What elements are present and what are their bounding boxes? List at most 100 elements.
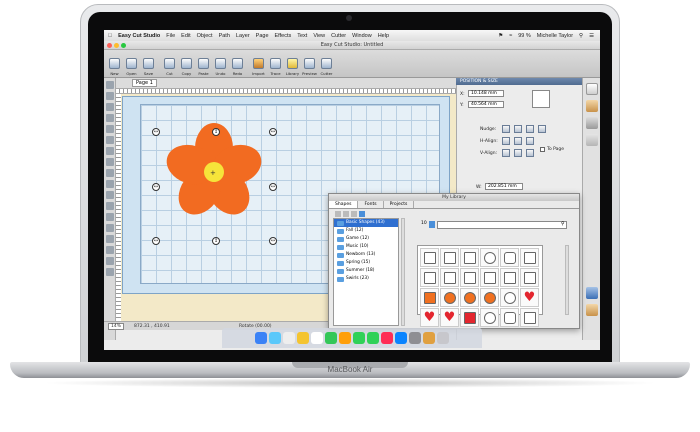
menu-layer[interactable]: Layer [236, 33, 250, 39]
resize-handle-n[interactable]: ↕ [212, 128, 220, 136]
knife-tool-icon[interactable] [106, 213, 114, 221]
text-tool-icon[interactable] [106, 202, 114, 210]
shape-thumb-octagon[interactable] [440, 268, 459, 287]
menu-view[interactable]: View [313, 33, 325, 39]
shape-thumb-rounded-rect[interactable] [500, 308, 519, 327]
resize-handle-e[interactable]: ↔ [269, 183, 277, 191]
menu-help[interactable]: Help [378, 33, 389, 39]
redo-button[interactable]: Redo [229, 50, 246, 78]
eyedropper-tool-icon[interactable] [106, 246, 114, 254]
shape-thumb-arc[interactable] [420, 248, 439, 267]
to-page-checkbox[interactable] [540, 147, 545, 152]
menu-effects[interactable]: Effects [275, 33, 292, 39]
ellipse-tool-icon[interactable] [106, 169, 114, 177]
add-icon[interactable] [335, 211, 341, 217]
tab-fonts[interactable]: Fonts [358, 201, 384, 208]
minimize-button[interactable] [114, 43, 119, 48]
cutter-button[interactable]: Cutter [318, 50, 335, 78]
page-tab[interactable]: Page 1 [132, 79, 157, 87]
save-button[interactable]: Save [140, 50, 157, 78]
menu-text[interactable]: Text [297, 33, 307, 39]
reminders-icon[interactable] [311, 332, 323, 344]
weld-tool-icon[interactable] [106, 257, 114, 265]
import-button[interactable]: Import [250, 50, 267, 78]
apple-icon[interactable]:  [108, 33, 112, 39]
zoom-button[interactable] [121, 43, 126, 48]
messages-icon[interactable] [353, 332, 365, 344]
safari-icon[interactable] [269, 332, 281, 344]
delete-icon[interactable] [343, 211, 349, 217]
polygon-tool-icon[interactable] [106, 180, 114, 188]
shape-thumb-lips[interactable] [460, 308, 479, 327]
shape-thumb-triangle[interactable] [520, 308, 539, 327]
halign-left-button[interactable] [502, 137, 510, 145]
anchor-grid[interactable] [532, 90, 550, 108]
preview-button[interactable]: Preview [301, 50, 318, 78]
pen-tool-icon[interactable] [106, 125, 114, 133]
menu-object[interactable]: Object [197, 33, 213, 39]
text-size-icon[interactable] [586, 134, 598, 146]
app-store-icon[interactable] [395, 332, 407, 344]
photos-icon[interactable] [339, 332, 351, 344]
shape-thumb-star-burst[interactable] [480, 268, 499, 287]
shape-thumb-circle[interactable] [480, 248, 499, 267]
wrench-icon[interactable] [586, 117, 598, 129]
trash-icon[interactable] [437, 332, 449, 344]
menu-window[interactable]: Window [352, 33, 372, 39]
layers-icon[interactable] [586, 287, 598, 299]
pan-tool-icon[interactable] [106, 114, 114, 122]
nudge-right-button[interactable] [538, 125, 546, 133]
folder-item[interactable]: Basic Shapes (43) [334, 219, 398, 227]
star-tool-icon[interactable] [106, 191, 114, 199]
itunes-icon[interactable] [381, 332, 393, 344]
valign-top-button[interactable] [502, 149, 510, 157]
folder-item[interactable]: Fall (12) [334, 227, 398, 235]
resize-handle-w[interactable]: ↔ [152, 183, 160, 191]
list-icon[interactable]: ☰ [589, 33, 594, 39]
system-preferences-icon[interactable] [409, 332, 421, 344]
shape-thumb-wave[interactable] [520, 268, 539, 287]
y-field[interactable]: 40.564 mm [468, 101, 504, 108]
folder-icon[interactable] [351, 211, 357, 217]
resize-handle-s[interactable]: ↕ [212, 237, 220, 245]
resize-handle-ne[interactable]: ↔ [269, 128, 277, 136]
copy-button[interactable]: Copy [178, 50, 195, 78]
tree-scrollbar[interactable] [401, 218, 405, 326]
zoom-tool-icon[interactable] [106, 103, 114, 111]
shape-thumb-sun[interactable] [440, 288, 459, 307]
wifi-icon[interactable]: ≈ [509, 33, 512, 39]
shape-thumb-flower[interactable] [480, 288, 499, 307]
shape-thumb-heart[interactable]: ♥ [420, 308, 439, 327]
line-tool-icon[interactable] [106, 147, 114, 155]
shape-thumb-oval[interactable] [480, 308, 499, 327]
zoom-field[interactable]: 14% [108, 323, 124, 330]
fill-tool-icon[interactable] [106, 235, 114, 243]
paste-button[interactable]: Paste [195, 50, 212, 78]
nudge-up-button[interactable] [514, 125, 522, 133]
valign-bottom-button[interactable] [526, 149, 534, 157]
undo-button[interactable]: Undo [212, 50, 229, 78]
folder-item[interactable]: Swirls (23) [334, 275, 398, 283]
flag-icon[interactable]: ⚑ [498, 33, 503, 39]
menu-cutter[interactable]: Cutter [331, 33, 346, 39]
library-button[interactable]: Library [284, 50, 301, 78]
trace-button[interactable]: Trace [267, 50, 284, 78]
pencil-tool-icon[interactable] [106, 136, 114, 144]
x-field[interactable]: 10.148 mm [468, 90, 504, 97]
new-button[interactable]: New [106, 50, 123, 78]
user-name[interactable]: Michelle Taylor [537, 33, 573, 39]
folder-item[interactable]: Newborn (13) [334, 251, 398, 259]
close-button[interactable] [107, 43, 112, 48]
refresh-icon[interactable] [359, 211, 365, 217]
measure-tool-icon[interactable] [106, 268, 114, 276]
resize-handle-nw[interactable]: ↔ [152, 128, 160, 136]
cut-button[interactable]: Cut [161, 50, 178, 78]
menu-page[interactable]: Page [256, 33, 269, 39]
width-field[interactable]: 202.851 mm [485, 183, 523, 190]
finder-icon[interactable] [255, 332, 267, 344]
library-search-input[interactable] [437, 221, 567, 229]
halign-right-button[interactable] [526, 137, 534, 145]
shape-thumb-arrow-right[interactable] [440, 248, 459, 267]
select-tool-icon[interactable] [106, 81, 114, 89]
calendar-icon[interactable] [283, 332, 295, 344]
